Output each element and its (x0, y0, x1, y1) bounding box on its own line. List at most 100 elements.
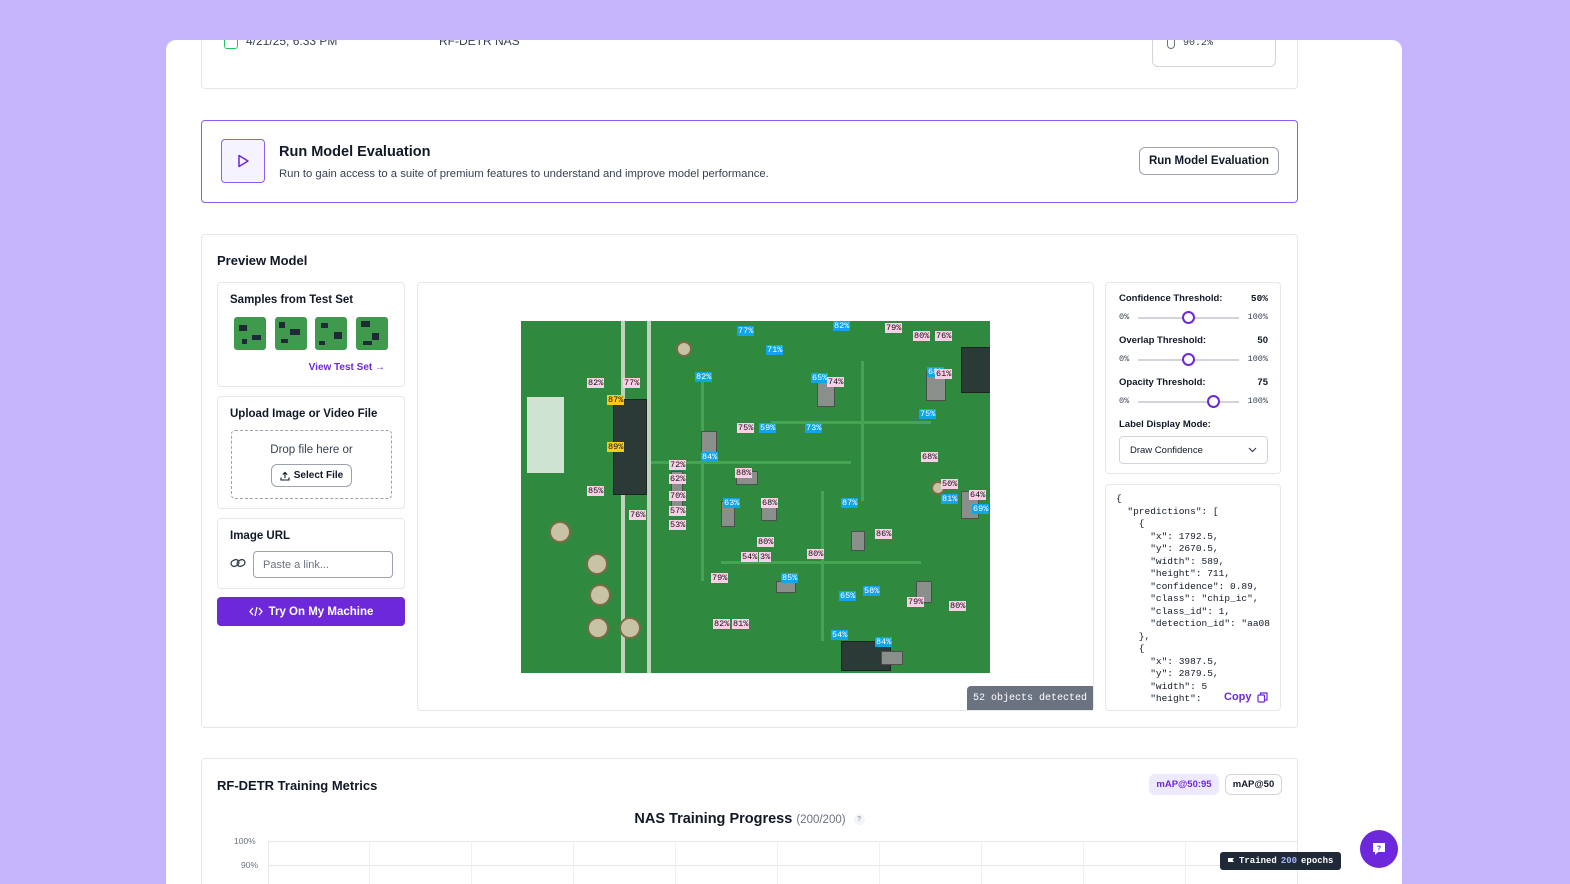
upload-icon (280, 471, 290, 481)
checkbox-icon[interactable] (224, 40, 238, 49)
detection-label: 68% (761, 498, 779, 508)
training-model: RF-DETR NAS (439, 40, 520, 48)
file-dropzone[interactable]: Drop file here or Select File (231, 430, 392, 499)
detection-label: 84% (701, 452, 719, 462)
detection-label: 82% (833, 321, 851, 331)
detection-label: 69% (972, 504, 990, 514)
detection-label: 89% (607, 442, 625, 452)
detection-label: 80% (807, 549, 825, 559)
threshold-controls: Confidence Threshold: 50% 0% 100% Overla… (1105, 282, 1281, 474)
samples-title: Samples from Test Set (230, 294, 354, 306)
detection-label: 81% (732, 619, 750, 629)
detection-label: 68% (921, 452, 939, 462)
opacity-min: 0% (1119, 396, 1130, 406)
detection-label: 82% (695, 372, 713, 382)
overlap-max: 100% (1247, 354, 1268, 364)
image-url-input[interactable] (253, 551, 393, 578)
chat-question-icon: ? (1373, 843, 1385, 855)
label-mode-label: Label Display Mode: (1119, 419, 1211, 430)
chart-count: (200/200) (796, 814, 846, 826)
trained-epochs-badge: Trained 200 epochs (1220, 852, 1341, 870)
select-file-button[interactable]: Select File (271, 464, 352, 487)
url-title: Image URL (230, 530, 291, 542)
training-history-row: 4/21/25, 6:33 PM RF-DETR NAS 90.2% (201, 40, 1298, 89)
detection-label: 75% (737, 423, 755, 433)
opacity-slider[interactable] (1138, 395, 1239, 408)
upload-title: Upload Image or Video File (230, 408, 378, 420)
map-50-toggle[interactable]: mAP@50 (1225, 774, 1282, 795)
chevron-down-icon (1248, 447, 1257, 453)
preview-title: Preview Model (217, 253, 308, 268)
try-on-my-machine-button[interactable]: Try On My Machine (217, 597, 405, 626)
overlap-label: Overlap Threshold: (1119, 335, 1207, 346)
detection-label: 77% (737, 326, 755, 336)
clip-icon (1167, 40, 1175, 49)
help-chat-button[interactable]: ? (1360, 830, 1398, 868)
training-date: 4/21/25, 6:33 PM (246, 40, 338, 48)
detection-label: 64% (969, 490, 987, 500)
objects-detected-badge: 52 objects detected (967, 686, 1093, 710)
overlap-value: 50 (1257, 335, 1268, 346)
detection-label: 61% (935, 369, 953, 379)
help-icon[interactable]: ? (853, 813, 865, 825)
opacity-value: 75 (1257, 377, 1268, 388)
confidence-value: 50% (1250, 293, 1268, 304)
sample-thumbnail[interactable] (315, 317, 347, 350)
chart-title: NAS Training Progress (200/200) ? (202, 811, 1297, 827)
flag-icon (1228, 857, 1234, 866)
detection-label: 76% (935, 331, 953, 341)
map-50-95-toggle[interactable]: mAP@50:95 (1149, 774, 1219, 795)
samples-panel: Samples from Test Set View Test Set → (217, 282, 405, 387)
sample-thumbnail[interactable] (234, 317, 266, 350)
detection-label: 79% (711, 573, 729, 583)
confidence-slider[interactable] (1138, 311, 1239, 324)
link-icon (230, 558, 246, 568)
evaluation-title: Run Model Evaluation (279, 144, 431, 160)
detection-label: 74% (827, 377, 845, 387)
copy-button[interactable]: Copy (1220, 689, 1272, 705)
detection-label: 80% (757, 537, 775, 547)
detection-label: 53% (669, 520, 687, 530)
detection-label: 84% (875, 637, 893, 647)
detection-label: 58% (863, 586, 881, 596)
detection-label: 85% (587, 486, 605, 496)
run-evaluation-button[interactable]: Run Model Evaluation (1139, 147, 1279, 175)
overlap-slider-thumb[interactable] (1182, 353, 1195, 366)
detection-label: 65% (811, 373, 829, 383)
detection-label: 65% (839, 591, 857, 601)
image-url-panel: Image URL (217, 518, 405, 589)
detection-label: 82% (713, 619, 731, 629)
overlap-slider[interactable] (1138, 353, 1239, 366)
drop-text: Drop file here or (270, 444, 353, 456)
copy-label: Copy (1224, 691, 1252, 703)
overlap-min: 0% (1119, 354, 1130, 364)
copy-icon (1256, 691, 1268, 703)
json-output: { "predictions": [ { "x": 1792.5, "y": 2… (1116, 493, 1270, 704)
detection-label: 73% (805, 423, 823, 433)
code-icon (248, 606, 263, 617)
confidence-slider-thumb[interactable] (1182, 311, 1195, 324)
sample-thumbnail[interactable] (275, 317, 307, 350)
trained-prefix: Trained (1239, 856, 1277, 866)
detection-label: 79% (907, 597, 925, 607)
opacity-slider-thumb[interactable] (1207, 395, 1221, 408)
detection-label: 70% (669, 491, 687, 501)
detection-label: 87% (841, 498, 859, 508)
y-tick-label: 100% (234, 836, 256, 846)
label-mode-value: Draw Confidence (1130, 444, 1203, 456)
main-panel: 4/21/25, 6:33 PM RF-DETR NAS 90.2% Run M… (166, 40, 1402, 884)
upload-panel: Upload Image or Video File Drop file her… (217, 396, 405, 509)
svg-text:?: ? (1377, 846, 1381, 853)
detection-label: 54% (741, 552, 759, 562)
chart-title-text: NAS Training Progress (634, 811, 793, 827)
try-button-label: Try On My Machine (268, 605, 374, 618)
detection-label: 86% (875, 529, 893, 539)
sample-thumbnail[interactable] (356, 317, 388, 350)
detection-label: 77% (623, 378, 641, 388)
chart-plot-area (268, 841, 1298, 884)
detection-label: 71% (766, 345, 784, 355)
detection-label: 79% (885, 323, 903, 333)
run-evaluation-card: Run Model Evaluation Run to gain access … (201, 120, 1298, 203)
label-mode-select[interactable]: Draw Confidence (1119, 436, 1268, 464)
view-test-set-link[interactable]: View Test Set → (309, 362, 385, 373)
